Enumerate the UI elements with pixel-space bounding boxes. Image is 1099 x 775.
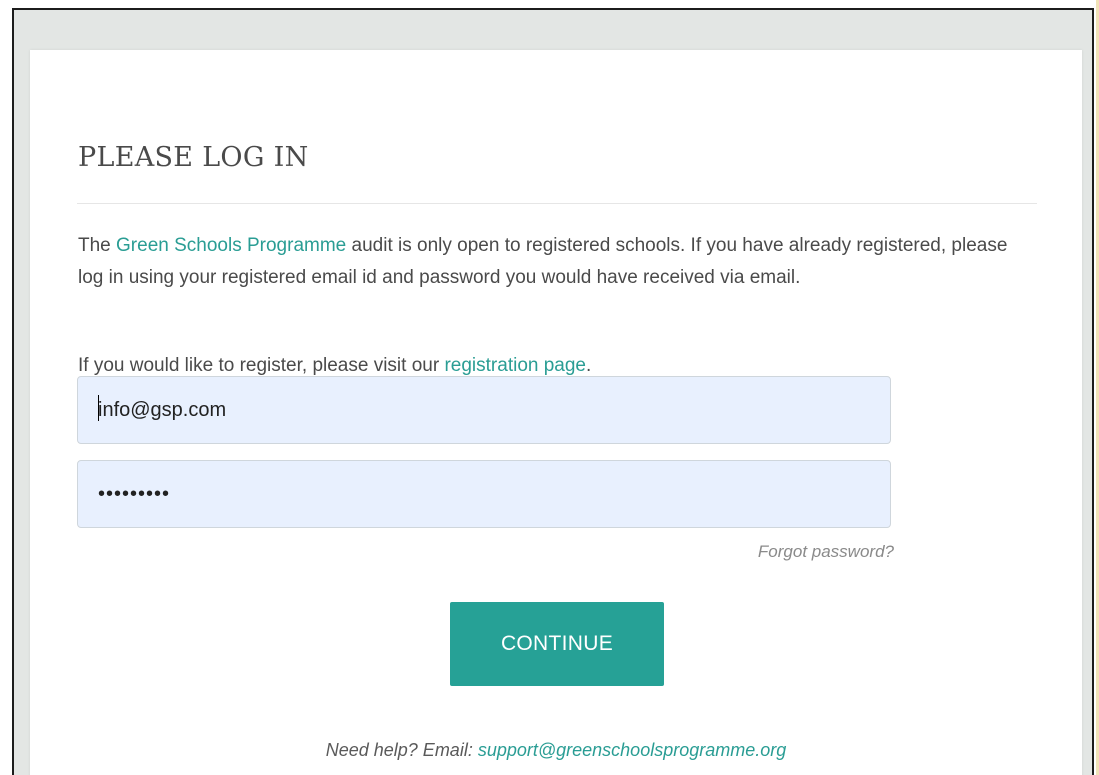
title-divider [77, 203, 1037, 204]
login-card: PLEASE LOG IN The Green Schools Programm… [30, 50, 1082, 775]
registration-page-link[interactable]: registration page [444, 355, 586, 376]
intro-text: The Green Schools Programme audit is onl… [78, 230, 1028, 294]
continue-button[interactable]: CONTINUE [450, 602, 664, 686]
page-title: PLEASE LOG IN [78, 142, 309, 173]
support-email-link[interactable]: support@greenschoolsprogramme.org [478, 740, 786, 760]
help-text: Need help? Email: support@greenschoolspr… [30, 740, 1082, 761]
password-field[interactable] [77, 460, 891, 528]
green-schools-programme-link[interactable]: Green Schools Programme [116, 235, 346, 256]
register-prefix: If you would like to register, please vi… [78, 355, 445, 376]
help-prefix: Need help? Email: [325, 740, 478, 760]
text-caret [98, 395, 99, 421]
register-suffix: . [586, 355, 592, 376]
forgot-password-link[interactable]: Forgot password? [758, 542, 894, 562]
email-field[interactable] [77, 376, 891, 444]
login-frame: PLEASE LOG IN The Green Schools Programm… [12, 8, 1094, 775]
intro-prefix: The [78, 235, 117, 256]
